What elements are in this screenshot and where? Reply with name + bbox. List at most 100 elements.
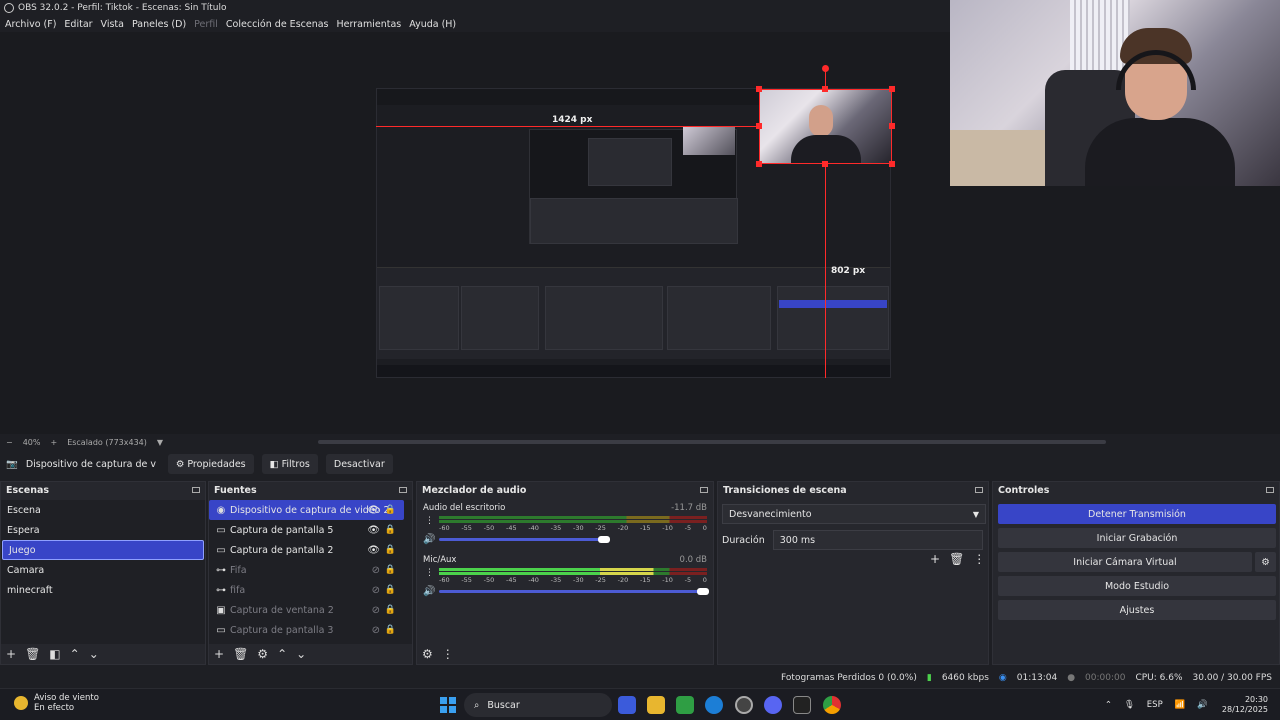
remove-transition-icon[interactable]: 🗑 <box>949 552 964 566</box>
virtual-camera-settings-icon[interactable]: ⚙ <box>1255 552 1276 572</box>
visibility-eye-icon[interactable]: 👁 <box>367 525 380 536</box>
source-item[interactable]: ◉ Dispositivo de captura de video 2 👁 🔒 <box>209 500 404 520</box>
deactivate-button[interactable]: Desactivar <box>325 454 393 474</box>
zoom-in-button[interactable]: + <box>50 438 57 447</box>
studio-mode-button[interactable]: Modo Estudio <box>998 576 1276 596</box>
lock-icon[interactable]: 🔒 <box>385 505 396 515</box>
resize-handle-tr[interactable] <box>889 86 895 92</box>
menu-ayuda[interactable]: Ayuda (H) <box>409 19 456 30</box>
transition-select[interactable]: Desvanecimiento ▼ <box>722 504 986 524</box>
volume-fader[interactable] <box>439 538 603 541</box>
source-settings-icon[interactable]: ⚙ <box>257 647 268 661</box>
lock-icon[interactable]: 🔒 <box>385 605 396 615</box>
source-item[interactable]: ⊶ Fifa ⊘ 🔒 <box>209 560 412 580</box>
speaker-icon[interactable]: 🔊 <box>423 586 435 597</box>
add-source-icon[interactable]: + <box>214 647 224 661</box>
resize-handle-t[interactable] <box>822 86 828 92</box>
lock-icon[interactable]: 🔒 <box>385 545 396 555</box>
scene-item[interactable]: Camara <box>1 560 205 580</box>
undock-icon[interactable] <box>700 487 708 493</box>
scene-filters-icon[interactable]: ◧ <box>49 647 60 661</box>
zoom-out-button[interactable]: − <box>6 438 13 447</box>
chrome-icon[interactable] <box>823 696 841 714</box>
duration-input[interactable]: 300 ms <box>772 530 983 550</box>
kebab-menu-icon[interactable]: ⋮ <box>425 568 434 578</box>
volume-fader[interactable] <box>439 590 703 593</box>
volume-icon[interactable]: 🔊 <box>1197 700 1208 710</box>
menu-editar[interactable]: Editar <box>64 19 92 30</box>
scale-dropdown-icon[interactable]: ▼ <box>157 438 163 447</box>
resize-handle-tl[interactable] <box>756 86 762 92</box>
hidden-eye-icon[interactable]: ⊘ <box>372 585 380 596</box>
source-item[interactable]: ▭ Captura de pantalla 2 👁 🔒 <box>209 540 412 560</box>
properties-button[interactable]: ⚙ Propiedades <box>167 454 254 474</box>
menu-herramientas[interactable]: Herramientas <box>337 19 402 30</box>
lock-icon[interactable]: 🔒 <box>385 565 396 575</box>
hidden-eye-icon[interactable]: ⊘ <box>372 625 380 636</box>
taskbar-search[interactable]: ⌕ Buscar <box>464 693 612 717</box>
mixer-menu-icon[interactable]: ⋮ <box>442 647 454 661</box>
move-down-icon[interactable]: ⌄ <box>296 647 306 661</box>
filters-button[interactable]: ◧ Filtros <box>261 454 318 474</box>
add-transition-icon[interactable]: + <box>930 552 940 566</box>
hidden-eye-icon[interactable]: ⊘ <box>372 565 380 576</box>
transition-menu-icon[interactable]: ⋮ <box>973 552 985 566</box>
resize-handle-l[interactable] <box>756 123 762 129</box>
start-virtual-camera-button[interactable]: Iniciar Cámara Virtual <box>998 552 1252 572</box>
source-item[interactable]: ⊶ fifa ⊘ 🔒 <box>209 580 412 600</box>
resize-handle-b[interactable] <box>822 161 828 167</box>
microphone-icon[interactable]: 🎙 <box>1124 700 1135 710</box>
speaker-icon[interactable]: 🔊 <box>423 534 435 545</box>
edge-icon[interactable] <box>705 696 723 714</box>
source-item[interactable]: ▭ Captura de pantalla 5 👁 🔒 <box>209 520 412 540</box>
resize-handle-r[interactable] <box>889 123 895 129</box>
source-item[interactable]: ▣ Captura de ventana 2 ⊘ 🔒 <box>209 600 412 620</box>
fader-knob[interactable] <box>598 536 610 543</box>
discord-icon[interactable] <box>764 696 782 714</box>
source-item[interactable]: ▭ Captura de pantalla 3 ⊘ 🔒 <box>209 620 412 640</box>
advanced-audio-icon[interactable]: ⚙ <box>422 647 433 661</box>
resize-handle-br[interactable] <box>889 161 895 167</box>
preview-scrollbar[interactable] <box>318 440 1106 444</box>
lock-icon[interactable]: 🔒 <box>385 585 396 595</box>
menu-perfil[interactable]: Perfil <box>194 19 218 30</box>
hidden-eye-icon[interactable]: ⊘ <box>372 605 380 616</box>
lock-icon[interactable]: 🔒 <box>385 625 396 635</box>
resize-handle-bl[interactable] <box>756 161 762 167</box>
menu-paneles[interactable]: Paneles (D) <box>132 19 186 30</box>
epic-games-icon[interactable] <box>793 696 811 714</box>
move-up-icon[interactable]: ⌃ <box>277 647 287 661</box>
menu-coleccion-escenas[interactable]: Colección de Escenas <box>226 19 329 30</box>
scene-item[interactable]: Escena <box>1 500 205 520</box>
remove-scene-icon[interactable]: 🗑 <box>25 647 40 661</box>
remove-source-icon[interactable]: 🗑 <box>233 647 248 661</box>
obs-taskbar-icon[interactable] <box>735 696 753 714</box>
scene-item[interactable]: minecraft <box>1 580 205 600</box>
selection-box[interactable] <box>759 89 892 164</box>
clock[interactable]: 20:30 28/12/2025 <box>1222 695 1268 715</box>
fader-knob[interactable] <box>697 588 709 595</box>
language-indicator[interactable]: ESP <box>1147 700 1163 710</box>
weather-widget[interactable]: Aviso de viento En efecto <box>14 693 99 713</box>
visibility-eye-icon[interactable]: 👁 <box>367 505 380 516</box>
tray-chevron-up-icon[interactable]: ⌃ <box>1105 700 1112 710</box>
move-up-icon[interactable]: ⌃ <box>70 647 80 661</box>
start-recording-button[interactable]: Iniciar Grabación <box>998 528 1276 548</box>
teams-icon[interactable] <box>618 696 636 714</box>
scene-item[interactable]: Espera <box>1 520 205 540</box>
menu-archivo[interactable]: Archivo (F) <box>5 19 56 30</box>
settings-button[interactable]: Ajustes <box>998 600 1276 620</box>
rotation-handle[interactable] <box>822 65 829 72</box>
scene-item-active[interactable]: Juego <box>2 540 204 560</box>
kebab-menu-icon[interactable]: ⋮ <box>425 516 434 526</box>
undock-icon[interactable] <box>1266 487 1274 493</box>
undock-icon[interactable] <box>975 487 983 493</box>
lock-icon[interactable]: 🔒 <box>385 525 396 535</box>
wifi-icon[interactable]: 📶 <box>1175 700 1186 710</box>
move-down-icon[interactable]: ⌄ <box>89 647 99 661</box>
file-explorer-icon[interactable] <box>647 696 665 714</box>
undock-icon[interactable] <box>399 487 407 493</box>
add-scene-icon[interactable]: + <box>6 647 16 661</box>
menu-vista[interactable]: Vista <box>101 19 124 30</box>
visibility-eye-icon[interactable]: 👁 <box>367 545 380 556</box>
